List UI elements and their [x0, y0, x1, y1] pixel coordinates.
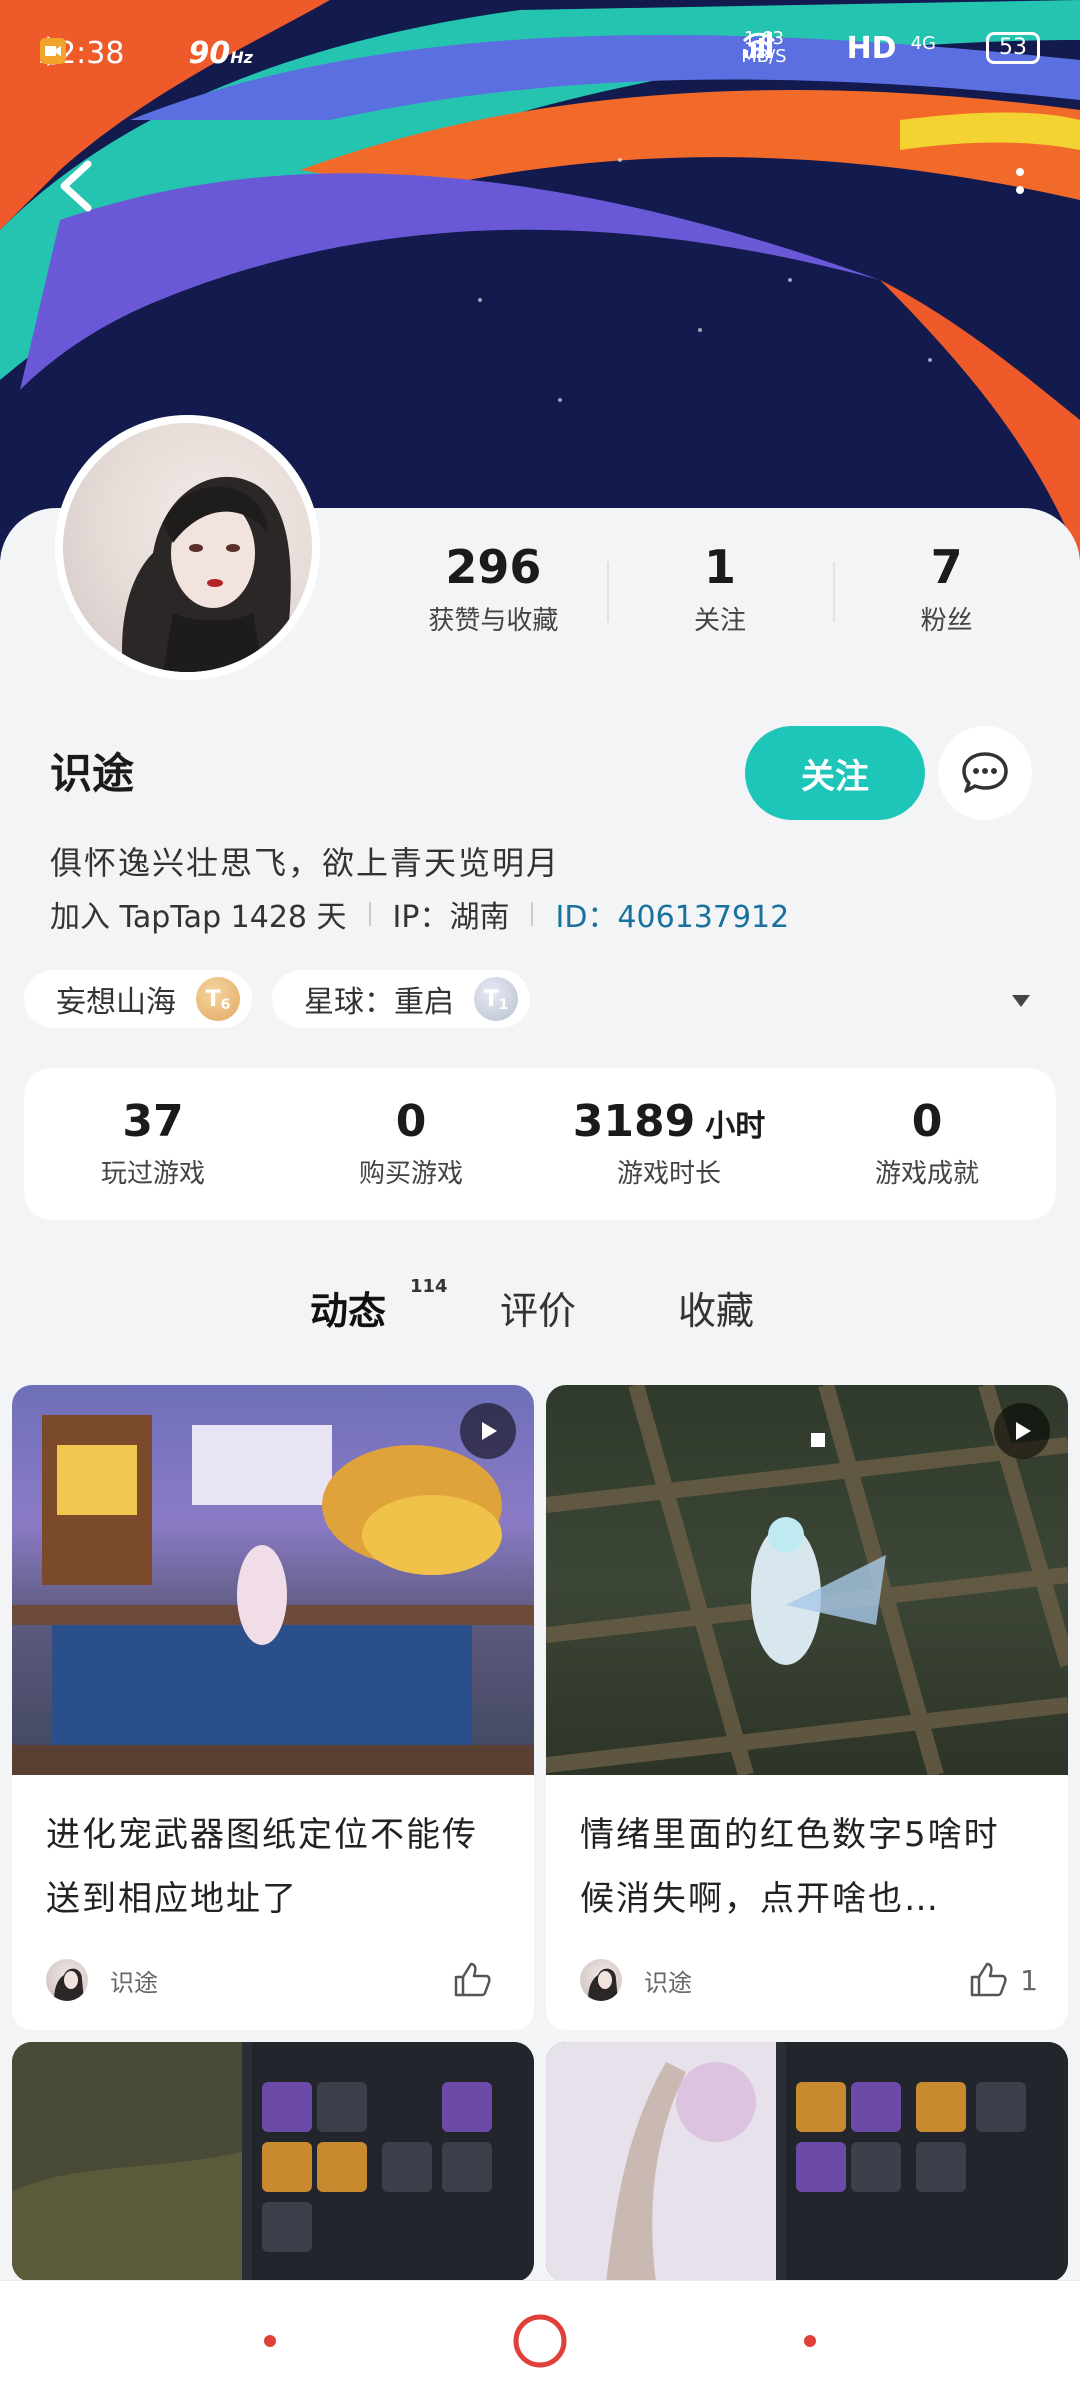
- expand-badges-icon[interactable]: [1012, 995, 1030, 1007]
- bluetooth-icon: [40, 36, 301, 70]
- divider: [368, 902, 371, 926]
- tab-moments[interactable]: 动态 114: [310, 1276, 448, 1343]
- gstat-label: 玩过游戏: [100, 1159, 205, 1189]
- gstat-label: 游戏成就: [874, 1159, 979, 1189]
- thumbs-up-icon: [454, 1962, 491, 1997]
- like-button[interactable]: [452, 1961, 504, 1999]
- avatar[interactable]: [55, 415, 320, 680]
- content-tabs: 动态 114 评价 收藏: [0, 1276, 1080, 1360]
- tab-favorites[interactable]: 收藏: [678, 1280, 754, 1335]
- gstat-value: 0: [911, 1096, 943, 1147]
- stat-value: 296: [445, 540, 542, 594]
- join-days: 加入 TapTap 1428 天: [50, 900, 347, 935]
- back-button[interactable]: [50, 150, 110, 220]
- nav-recents-button[interactable]: [804, 2335, 816, 2347]
- post-thumbnail: [12, 1385, 534, 1775]
- bio: 俱怀逸兴壮思飞，欲上青天览明月: [50, 844, 561, 882]
- thumbs-up-icon: [970, 1962, 1007, 1997]
- message-button[interactable]: [938, 726, 1032, 820]
- post-title: 进化宠武器图纸定位不能传送到相应地址了: [46, 1815, 478, 1919]
- gstat-played[interactable]: 37 玩过游戏: [24, 1068, 282, 1220]
- post-title: 情绪里面的红色数字5啥时候消失啊，点开啥也…: [580, 1815, 1000, 1919]
- profile-stats: 296 获赞与收藏 1 关注 7 粉丝: [380, 540, 1060, 650]
- video-play-icon: [460, 1403, 516, 1459]
- app-notification-icon: [40, 38, 349, 70]
- signal-icon: [743, 32, 972, 64]
- stat-value: 7: [930, 540, 963, 594]
- gstat-value: 37: [122, 1096, 184, 1147]
- post-thumbnail: [12, 2042, 534, 2282]
- post-card[interactable]: 进化宠武器图纸定位不能传送到相应地址了 识途: [12, 1385, 534, 2030]
- post-footer: 识途 1: [580, 1952, 1038, 2008]
- gstat-purchased[interactable]: 0 购买游戏: [282, 1068, 540, 1220]
- video-notification-icon: [40, 38, 445, 70]
- stat-likes[interactable]: 296 获赞与收藏: [380, 540, 607, 650]
- chat-bubble-icon: [962, 752, 1008, 793]
- back-arrow-icon: [60, 160, 92, 212]
- author-avatar[interactable]: [46, 1959, 88, 2001]
- game-stats-panel: 37 玩过游戏 0 购买游戏 3189 小时 游戏时长 0 游戏成就: [24, 1068, 1056, 1220]
- like-button[interactable]: 1: [968, 1961, 1038, 1999]
- battery-indicator: 53: [986, 32, 1040, 64]
- stat-label: 粉丝: [920, 606, 973, 636]
- post-author[interactable]: 识途: [110, 1963, 158, 1998]
- stat-following[interactable]: 1 关注: [606, 540, 834, 650]
- gstat-label: 购买游戏: [358, 1159, 463, 1189]
- network-hd: HD: [846, 30, 897, 66]
- badge-game-1[interactable]: 妄想山海 T6: [24, 970, 252, 1028]
- post-card[interactable]: [12, 2042, 534, 2282]
- gstat-value: 3189 小时: [572, 1096, 766, 1147]
- stat-label: 获赞与收藏: [428, 606, 559, 636]
- nav-home-button[interactable]: [513, 2314, 567, 2368]
- ip-location: IP：湖南: [392, 900, 510, 935]
- stat-label: 关注: [694, 606, 747, 636]
- post-thumbnail: [546, 1385, 1068, 1775]
- badge-game-2[interactable]: 星球：重启 T1: [272, 970, 530, 1028]
- post-card[interactable]: [546, 2042, 1068, 2282]
- level-coin-icon: T1: [474, 977, 518, 1021]
- tab-reviews[interactable]: 评价: [500, 1280, 576, 1335]
- more-options-button[interactable]: [1000, 160, 1040, 220]
- gstat-playtime[interactable]: 3189 小时 游戏时长: [540, 1068, 798, 1220]
- status-bar: 22:38 90Hz 1.63 MB/S: [0, 0, 1080, 110]
- post-footer: 识途: [46, 1952, 504, 2008]
- gstat-label: 游戏时长: [616, 1159, 721, 1189]
- post-thumbnail: [546, 2042, 1068, 2282]
- nav-back-button[interactable]: [264, 2335, 276, 2347]
- user-id[interactable]: ID：406137912: [555, 892, 789, 936]
- alarm-icon: [40, 38, 172, 70]
- more-dots-icon: [1016, 168, 1024, 194]
- like-count: 1: [1020, 1963, 1038, 1997]
- post-card[interactable]: 情绪里面的红色数字5啥时候消失啊，点开啥也… 识途 1: [546, 1385, 1068, 2030]
- badge-label: 妄想山海: [56, 985, 176, 1020]
- follow-button[interactable]: 关注: [745, 726, 925, 820]
- avatar-image: [63, 423, 312, 672]
- badge-label: 星球：重启: [304, 985, 454, 1020]
- stat-value: 1: [704, 540, 737, 594]
- level-coin-icon: T6: [196, 977, 240, 1021]
- video-play-icon: [994, 1403, 1050, 1459]
- divider: [531, 902, 534, 926]
- qq-notification-icon: [41, 38, 397, 70]
- network-generation: 4G: [910, 32, 936, 54]
- username: 识途: [50, 749, 135, 798]
- refresh-rate: 90Hz: [188, 36, 253, 71]
- game-badges: 妄想山海 T6 星球：重启 T1: [24, 970, 530, 1028]
- gstat-achievements[interactable]: 0 游戏成就: [798, 1068, 1056, 1220]
- profile-meta: 加入 TapTap 1428 天 IP：湖南 ID：406137912: [50, 892, 789, 936]
- stat-followers[interactable]: 7 粉丝: [833, 540, 1060, 650]
- author-avatar[interactable]: [580, 1959, 622, 2001]
- system-nav-bar: [0, 2280, 1080, 2400]
- tab-count: 114: [410, 1276, 448, 1297]
- gstat-value: 0: [395, 1096, 427, 1147]
- post-author[interactable]: 识途: [644, 1963, 692, 1998]
- wifi-icon: [743, 32, 833, 64]
